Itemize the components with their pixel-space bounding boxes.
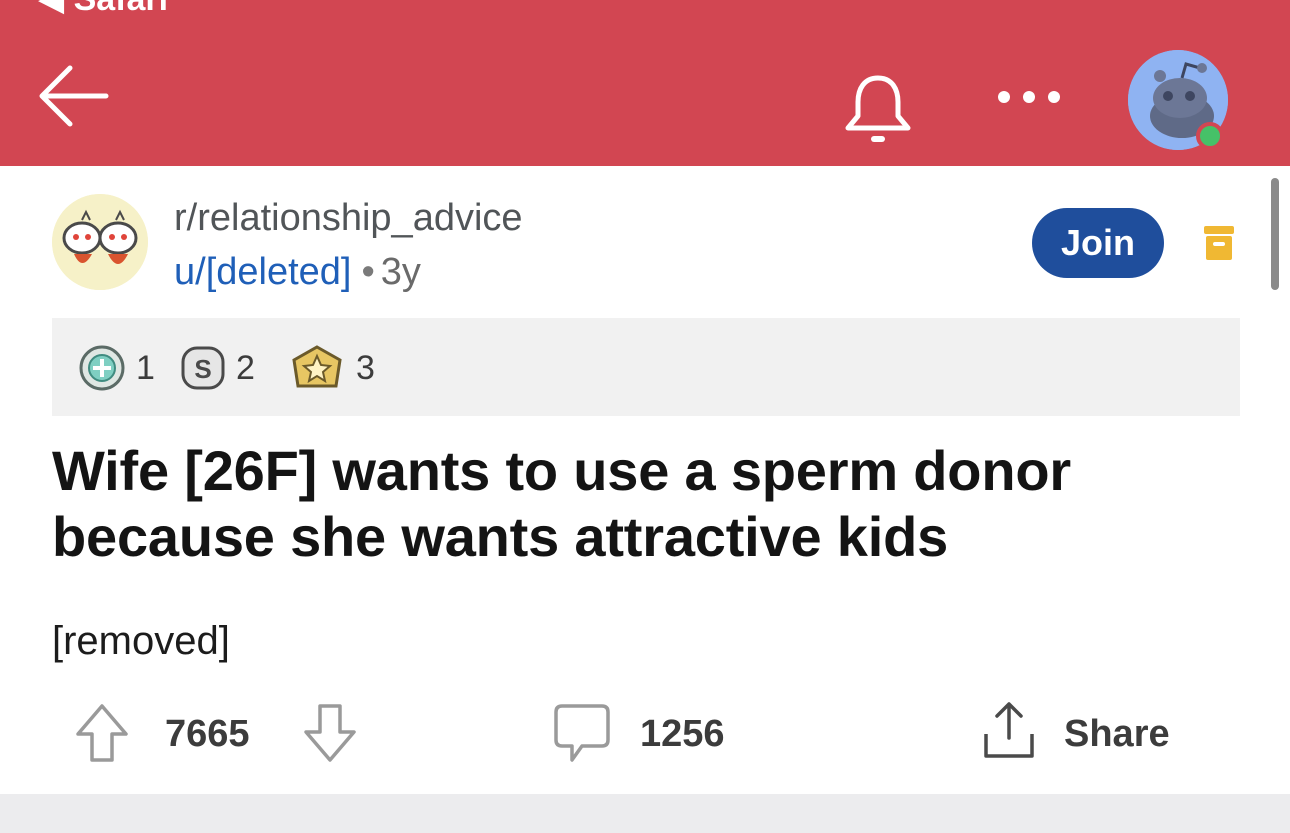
vote-score: 7665	[165, 713, 250, 755]
archive-icon	[1204, 226, 1234, 260]
notification-bell-icon[interactable]	[838, 70, 918, 150]
post-body: [removed]	[52, 619, 230, 663]
share-button[interactable]: Share	[1064, 712, 1170, 756]
post-title[interactable]: Wife [26F] wants to use a sperm donor be…	[52, 438, 1232, 570]
online-status-dot	[1196, 122, 1224, 150]
back-arrow-icon[interactable]	[36, 58, 112, 134]
meta-separator: •	[361, 251, 375, 293]
comments-section-divider	[0, 794, 1290, 833]
gold-award-icon	[292, 345, 342, 388]
subreddit-avatar-icon	[52, 194, 148, 290]
post-meta: u/[deleted] • 3y	[174, 250, 421, 294]
post-age: 3y	[380, 251, 421, 293]
scrollbar[interactable]	[1271, 178, 1279, 290]
more-options-button[interactable]	[992, 82, 1066, 112]
svg-text:S: S	[194, 354, 211, 384]
more-options-icon	[998, 91, 1060, 103]
award-count: 3	[356, 349, 375, 387]
comment-icon[interactable]	[552, 700, 612, 766]
join-button[interactable]: Join	[1032, 208, 1164, 278]
share-icon[interactable]	[980, 700, 1038, 762]
app-header: ◀ Safari	[0, 0, 1290, 166]
silver-award-icon: S	[181, 346, 225, 390]
comment-count[interactable]: 1256	[640, 712, 725, 756]
downvote-icon[interactable]	[302, 702, 358, 764]
award-count: 1	[136, 349, 155, 387]
back-to-safari-link[interactable]: ◀ Safari	[38, 0, 168, 16]
helpful-award-icon	[79, 345, 125, 391]
award-count: 2	[236, 349, 255, 387]
upvote-icon[interactable]	[74, 702, 130, 764]
subreddit-name-link[interactable]: r/relationship_advice	[174, 196, 523, 240]
subreddit-icon[interactable]	[52, 194, 148, 290]
awards-bar[interactable]: 1 S 2 3	[52, 318, 1240, 416]
author-link[interactable]: u/[deleted]	[174, 251, 351, 293]
